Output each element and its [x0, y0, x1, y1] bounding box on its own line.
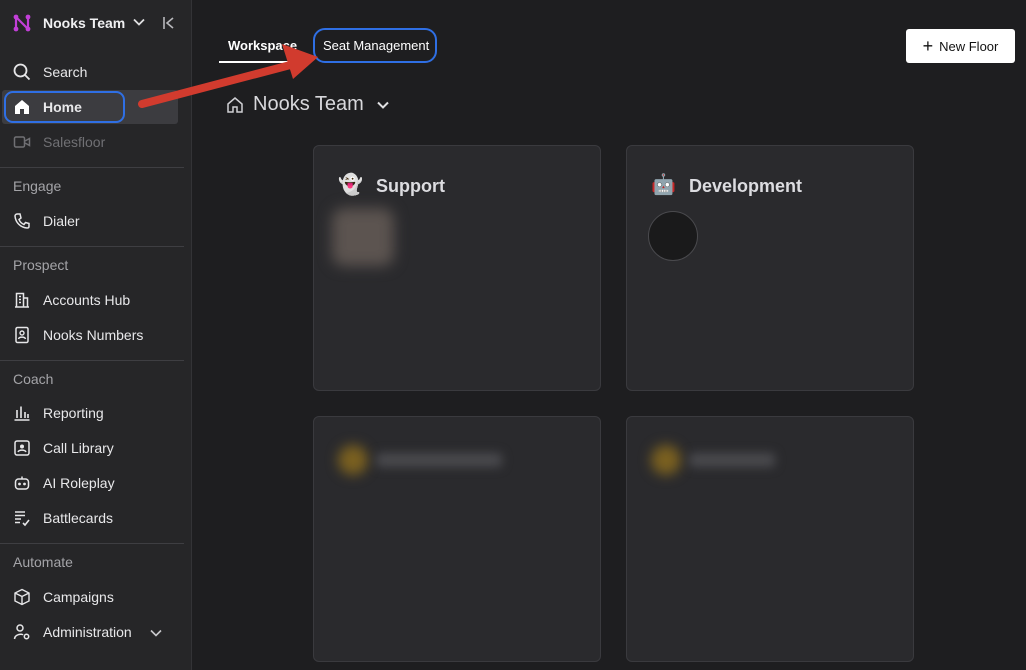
section-label-coach: Coach: [13, 371, 54, 387]
video-icon: [13, 133, 31, 151]
tab-workspace[interactable]: Workspace: [228, 38, 297, 53]
robot-icon: [13, 474, 31, 492]
sidebar-item-label: Home: [43, 99, 82, 115]
tab-seat-management[interactable]: Seat Management: [323, 38, 429, 53]
phone-icon: [13, 212, 31, 230]
home-outline-icon: [227, 96, 243, 113]
room-card-development[interactable]: 🤖 Development: [626, 145, 914, 391]
home-icon: [13, 98, 31, 116]
sidebar-item-ai-roleplay[interactable]: AI Roleplay: [0, 466, 192, 500]
sidebar-item-salesfloor[interactable]: Salesfloor: [0, 125, 192, 159]
sidebar-item-label: Administration: [43, 624, 132, 640]
building-icon: [13, 291, 31, 309]
room-emoji-icon: [651, 445, 681, 475]
sidebar-item-label: Dialer: [43, 213, 80, 229]
avatar[interactable]: [648, 211, 698, 261]
active-tab-indicator: [219, 61, 298, 63]
contact-book-icon: [13, 326, 31, 344]
room-title: [376, 453, 502, 467]
new-floor-label: New Floor: [939, 38, 999, 54]
divider: [0, 543, 184, 544]
chevron-down-icon[interactable]: [149, 626, 163, 640]
admin-gear-icon: [13, 623, 31, 641]
room-title: Development: [689, 176, 803, 196]
room-emoji-icon: [338, 445, 368, 475]
sidebar-item-home[interactable]: Home: [2, 90, 178, 124]
collapse-sidebar-icon[interactable]: [162, 16, 176, 30]
sidebar-item-nooks-numbers[interactable]: Nooks Numbers: [0, 318, 192, 352]
sidebar-item-label: Accounts Hub: [43, 292, 131, 308]
section-label-automate: Automate: [13, 554, 73, 570]
ghost-icon: 👻: [338, 174, 363, 196]
avatar[interactable]: [332, 208, 394, 266]
sidebar-item-label: Search: [43, 64, 88, 80]
chevron-down-icon[interactable]: [376, 98, 390, 112]
room-title: [689, 453, 775, 467]
sidebar-item-search[interactable]: Search: [0, 55, 192, 89]
cards-icon: [13, 509, 31, 527]
library-icon: [13, 439, 31, 457]
new-floor-button[interactable]: + New Floor: [906, 29, 1015, 63]
sidebar-item-campaigns[interactable]: Campaigns: [0, 580, 192, 614]
sidebar-item-accounts-hub[interactable]: Accounts Hub: [0, 283, 192, 317]
divider: [0, 167, 184, 168]
section-label-prospect: Prospect: [13, 257, 69, 273]
chevron-down-icon[interactable]: [132, 15, 146, 29]
sidebar-item-label: Reporting: [43, 405, 104, 421]
sidebar-item-label: Battlecards: [43, 510, 114, 526]
sidebar-item-label: Campaigns: [43, 589, 114, 605]
sidebar: Nooks Team Search Home Salesfloor Engage…: [0, 0, 192, 670]
sidebar-item-label: AI Roleplay: [43, 475, 115, 491]
team-selector[interactable]: Nooks Team: [226, 93, 390, 116]
plus-icon: +: [922, 36, 934, 56]
room-title: Support: [376, 176, 445, 196]
team-switcher[interactable]: Nooks Team: [12, 12, 145, 34]
nooks-logo-icon: [13, 14, 31, 32]
room-card-support[interactable]: 👻 Support: [313, 145, 601, 391]
room-card[interactable]: [626, 416, 914, 662]
sidebar-item-call-library[interactable]: Call Library: [0, 431, 192, 465]
sidebar-item-label: Call Library: [43, 440, 114, 456]
sidebar-item-dialer[interactable]: Dialer: [0, 204, 192, 238]
divider: [0, 360, 184, 361]
sidebar-item-label: Salesfloor: [43, 134, 106, 150]
team-title: Nooks Team: [253, 93, 364, 115]
bar-chart-icon: [13, 404, 31, 422]
divider: [0, 246, 184, 247]
team-name: Nooks Team: [43, 15, 126, 31]
room-card[interactable]: [313, 416, 601, 662]
sidebar-item-battlecards[interactable]: Battlecards: [0, 501, 192, 535]
cube-icon: [13, 588, 31, 606]
sidebar-item-reporting[interactable]: Reporting: [0, 396, 192, 430]
section-label-engage: Engage: [13, 178, 62, 194]
sidebar-item-administration[interactable]: Administration: [0, 615, 192, 649]
robot-icon: 🤖: [651, 174, 676, 196]
sidebar-item-label: Nooks Numbers: [43, 327, 144, 343]
search-icon: [13, 63, 31, 81]
